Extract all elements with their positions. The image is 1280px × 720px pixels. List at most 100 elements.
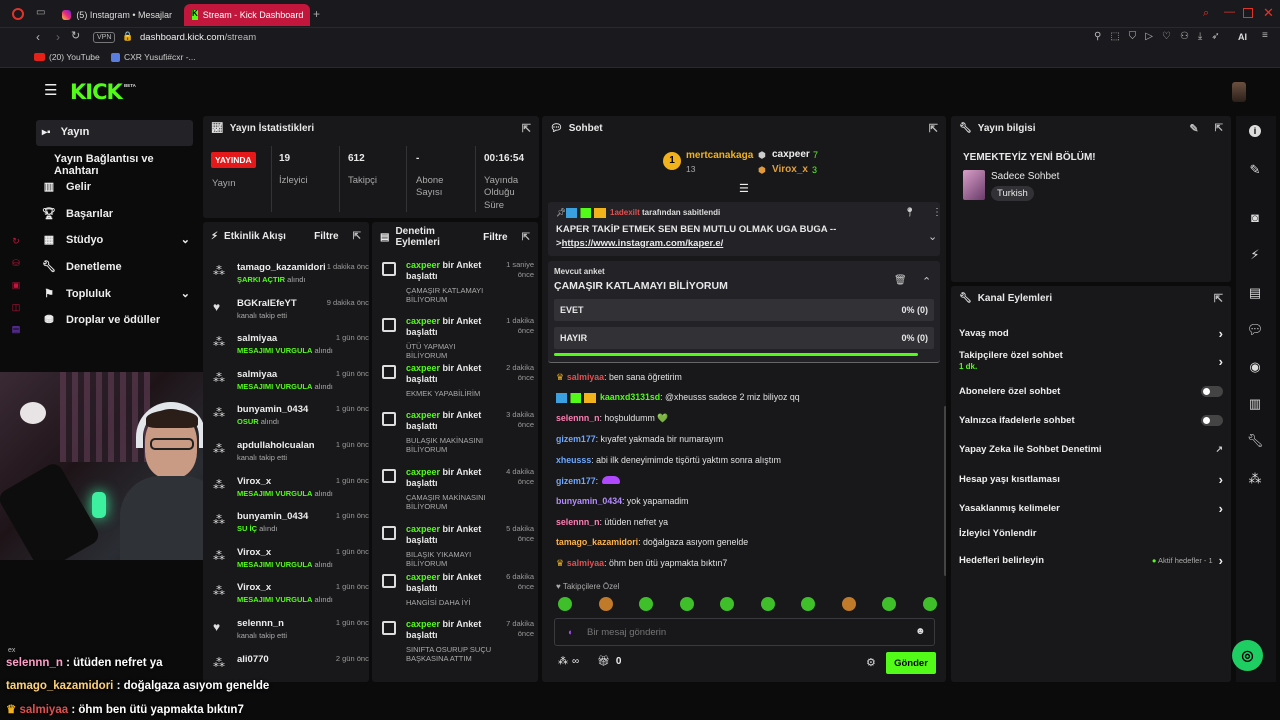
moderation-user[interactable]: caxpeer [406,316,440,326]
chat-username[interactable]: bunyamin_0434 [556,496,622,506]
broadcast-icon[interactable]: ◉ [1240,354,1270,380]
tab-overview-icon[interactable]: ▭ [36,8,45,18]
poll-option[interactable]: EVET 0% (0) [554,299,934,321]
url-text[interactable]: dashboard.kick.com/stream [140,32,256,43]
filter-button[interactable]: Filtre [314,231,338,242]
emote-icon[interactable] [679,597,694,611]
followers-chat-row[interactable]: Takipçilere özel sohbet 1 dk. › [959,350,1223,376]
pencil-icon[interactable]: ✎ [1240,157,1270,183]
chevron-down-icon[interactable]: ⌄ [181,287,190,300]
activity-item[interactable]: ⁂ bunyamin_0434 SU İÇ alındı 1 gün önce [213,509,369,545]
sidebar-item-topluluk[interactable]: ⚑ Topluluk ⌄ [42,287,190,301]
emote-icon[interactable] [598,597,613,611]
opera-logo-icon[interactable] [12,8,24,20]
chat-username[interactable]: tamago_kazamidori [556,537,638,547]
moderation-item[interactable]: caxpeer bir Anket başlattı BULAŞIK MAKİNA… [382,410,534,454]
tab-kick-dashboard[interactable]: K Stream - Kick Dashboard [184,4,310,26]
activity-user[interactable]: salmiyaa [237,369,277,380]
settings-icon[interactable]: ⚙ [866,656,876,669]
popout-icon[interactable]: ⇱ [929,122,938,135]
emotes-chat-row[interactable]: Yalnızca ifadelerle sohbet [959,415,1223,426]
snapshot-icon[interactable]: ⬚ [1110,31,1128,42]
emote-icon[interactable] [760,597,775,611]
history-icon[interactable]: ↻ [8,230,24,252]
activity-item[interactable]: ⁂ salmiyaa MESAJIMI VURGULA alındı 1 gün ön… [213,367,369,403]
popout-icon[interactable]: ⇱ [522,122,531,135]
hamburger-menu-icon[interactable]: ☰ [44,83,57,98]
leader-name[interactable]: caxpeer [772,149,810,160]
expand-leaderboard-icon[interactable]: ☰ [739,182,749,195]
activity-item[interactable]: ♥ selennn_n kanalı takip etti 1 gün önce [213,616,369,652]
maximize-icon[interactable] [1243,8,1253,18]
emote-icon[interactable] [882,597,896,611]
moderation-item[interactable]: caxpeer bir Anket başlattı HANGİSİ DAHA İ… [382,572,534,616]
sidebar-item-stream-key[interactable]: Yayın Bağlantısı ve Anahtarı [54,153,200,177]
banned-words-row[interactable]: Yasaklanmış kelimeler › [959,501,1223,516]
moderation-item[interactable]: caxpeer bir Anket başlattı EKMEK YAPABİLİ… [382,363,534,407]
edit-icon[interactable]: ✎ [1189,122,1198,135]
camera-icon[interactable]: ◙ [1240,204,1270,230]
moderation-user[interactable]: caxpeer [406,572,440,582]
gift-box-icon[interactable]: 🎁︎ [597,656,610,667]
subs-chat-toggle[interactable] [1201,386,1223,397]
lightning-icon[interactable]: ⚡︎ [1240,242,1270,268]
category-name[interactable]: Sadece Sohbet [991,171,1059,182]
play-icon[interactable]: ▷ [1145,31,1162,42]
activity-item[interactable]: ♥ BGKralEfeYT kanalı takip etti 9 dakika ön… [213,296,369,332]
message-input[interactable] [587,625,907,639]
document-icon[interactable]: ▤ [1240,280,1270,306]
chevron-down-icon[interactable]: ⌄ [928,230,937,243]
close-icon[interactable]: ✕ [1263,6,1274,19]
wrench-icon[interactable]: 🔧︎ [1240,428,1270,454]
chat-username[interactable]: gizem177 [556,476,596,486]
subs-chat-row[interactable]: Abonelere özel sohbet [959,386,1223,397]
pinned-by-user[interactable]: 1adexilt [610,208,640,217]
activity-user[interactable]: selennn_n [237,618,284,629]
category-thumbnail[interactable] [963,170,985,200]
reload-icon[interactable]: ↻ [71,31,80,42]
pin-icon[interactable]: ⚲ [1094,31,1110,42]
tab-instagram[interactable]: (5) Instagram • Mesajlar [54,4,180,26]
support-chat-button[interactable]: ◎ [1232,640,1263,671]
activity-user[interactable]: tamago_kazamidori [237,262,326,273]
avatar[interactable] [1232,82,1246,102]
pinned-link[interactable]: https://www.instagram.com/kaper.e/ [562,238,724,249]
chat-username[interactable]: salmiyaa [567,372,604,382]
goals-row[interactable]: Hedefleri belirleyin ● Aktif hedefler - 1… [959,553,1223,568]
chat-username[interactable]: gizem177 [556,434,596,444]
emote-icon[interactable] [922,597,937,611]
chat-bubble-icon[interactable]: 💬︎ [1240,317,1270,343]
ai-moderation-row[interactable]: Yapay Zeka ile Sohbet Denetimi ↗ [959,444,1223,455]
forward-icon[interactable]: › [56,31,60,43]
emoji-icon[interactable]: ☻ [915,626,926,637]
slow-mode-row[interactable]: Yavaş mod › [959,326,1223,341]
chat-scrollbar[interactable] [944,406,946,576]
filter-button[interactable]: Filtre [483,232,507,243]
moderation-item[interactable]: caxpeer bir Anket başlattı ÜTÜ YAPMAYI Bİ… [382,316,534,360]
messenger-icon[interactable]: ▣ [8,274,24,296]
moderation-user[interactable]: caxpeer [406,467,440,477]
chat-username[interactable]: salmiyaa [567,558,604,568]
viewer-redirect-row[interactable]: İzleyici Yönlendir [959,528,1223,539]
chat-username[interactable]: kaanxd3131sd [600,392,660,402]
moderation-item[interactable]: caxpeer bir Anket başlattı ÇAMAŞIR MAKİNA… [382,467,534,511]
shield-icon[interactable]: ⛉ [1129,31,1146,42]
trash-icon[interactable]: 🗑︎ [894,275,907,286]
minimize-icon[interactable]: — [1224,7,1235,18]
moderation-user[interactable]: caxpeer [406,619,440,629]
activity-user[interactable]: BGKralEfeYT [237,298,297,309]
popout-icon[interactable]: ⇱ [353,231,361,242]
more-options-icon[interactable]: ⋮ [932,207,942,218]
chat-input[interactable]: ◖ ☻ [554,618,935,646]
emote-icon[interactable] [558,597,572,611]
sidebar-item-studyo[interactable]: ▦ Stüdyo ⌄ [42,233,190,247]
emote-icon[interactable] [841,597,856,611]
moderation-user[interactable]: caxpeer [406,410,440,420]
chevron-down-icon[interactable]: ⌄ [181,233,190,246]
leader-name[interactable]: mertcanakaga [686,150,753,161]
leader-name[interactable]: Virox_x [772,164,808,175]
activity-item[interactable]: ⁂ apdullaholcualan kanalı takip etti 1 gün … [213,438,369,474]
layout-icon[interactable]: ▥ [1240,391,1270,417]
activity-item[interactable]: ⁂ ali0770 2 gün önce [213,652,369,682]
sidebar-item-basarilar[interactable]: 🏆︎ Başarılar [42,207,113,221]
